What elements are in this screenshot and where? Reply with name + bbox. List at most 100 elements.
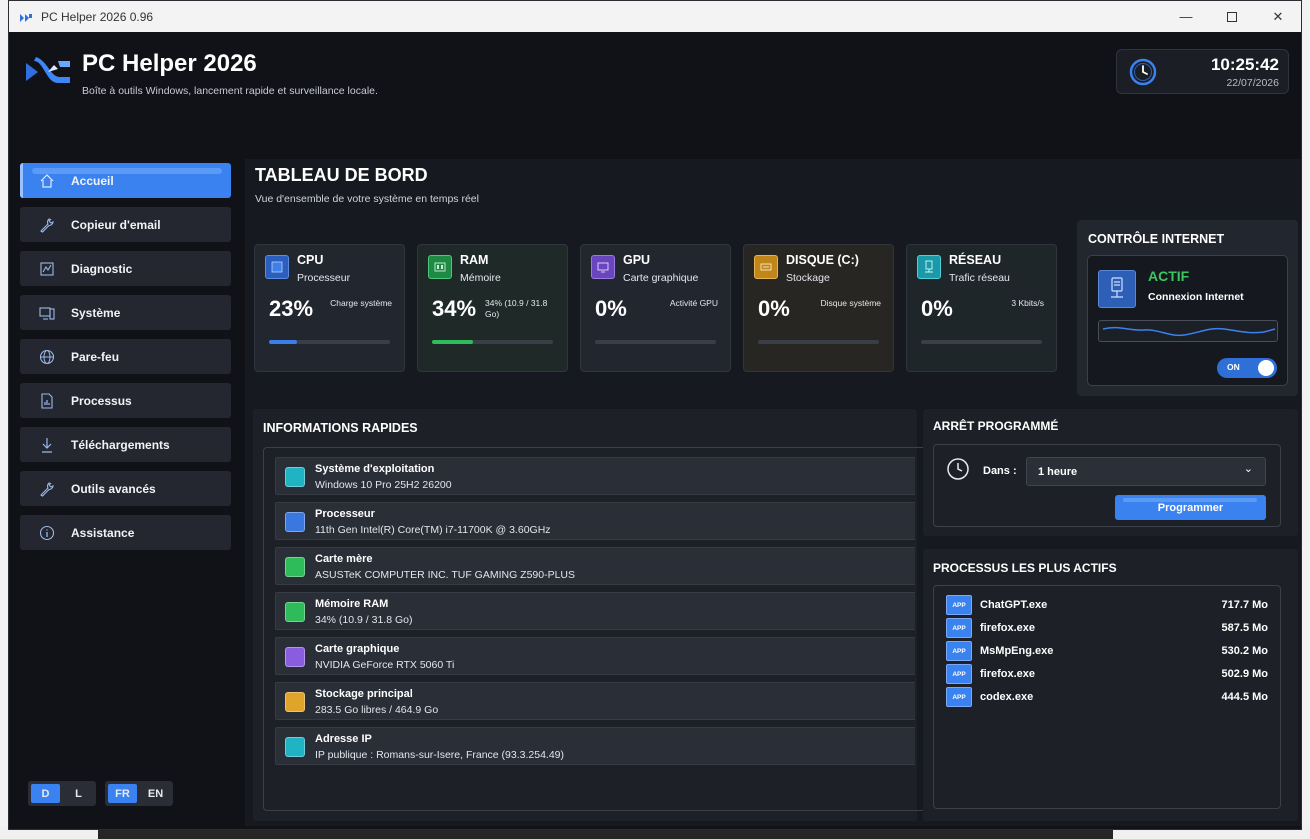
processor-icon — [285, 512, 305, 532]
stat-desc: Stockage — [786, 272, 830, 284]
desktop-background-left — [0, 0, 8, 839]
stat-progress-bar — [595, 340, 716, 344]
programmer-button[interactable]: Programmer — [1115, 495, 1266, 520]
process-memory: 717.7 Mo — [1221, 599, 1268, 611]
top-processes-title: PROCESSUS LES PLUS ACTIFS — [933, 561, 1117, 575]
process-name: firefox.exe — [980, 622, 1036, 634]
close-button[interactable]: ✕ — [1255, 1, 1301, 32]
window-controls: — ✕ — [1163, 1, 1301, 32]
process-name: MsMpEng.exe — [980, 645, 1054, 657]
lang-en-button[interactable]: EN — [141, 784, 170, 803]
process-name: ChatGPT.exe — [980, 599, 1048, 611]
minimize-button[interactable]: — — [1163, 1, 1209, 32]
clock-date: 22/07/2026 — [1226, 77, 1279, 89]
stat-name: CPU — [297, 253, 324, 267]
theme-light-button[interactable]: L — [64, 784, 93, 803]
stat-desc: Mémoire — [460, 272, 501, 284]
disk-icon — [754, 255, 778, 279]
sidebar-item-processus[interactable]: Processus — [20, 383, 231, 418]
process-memory: 444.5 Mo — [1221, 691, 1268, 703]
internet-toggle-switch[interactable]: ON — [1217, 358, 1277, 378]
process-row: APP MsMpEng.exe 530.2 Mo — [946, 641, 1268, 661]
sidebar-item-label: Assistance — [71, 525, 135, 540]
stat-value: 34% — [432, 296, 477, 321]
sidebar-item-telechargements[interactable]: Téléchargements — [20, 427, 231, 462]
gpu-icon — [591, 255, 615, 279]
quick-info-title: INFORMATIONS RAPIDES — [263, 421, 418, 435]
chevron-down-icon: ⌄ — [1243, 463, 1253, 475]
internet-activity-graph — [1098, 320, 1278, 342]
language-toggle: FR EN — [105, 781, 173, 806]
sidebar-item-assistance[interactable]: Assistance — [20, 515, 231, 550]
process-name: codex.exe — [980, 691, 1034, 703]
clock-icon — [946, 457, 970, 481]
app-badge-icon: APP — [946, 618, 972, 638]
stat-progress-bar — [921, 340, 1042, 344]
shutdown-delay-value: 1 heure — [1038, 466, 1078, 478]
scheduled-shutdown-panel: ARRÊT PROGRAMMÉ Dans : 1 heure ⌄ Program… — [923, 409, 1298, 536]
app-badge-icon: APP — [946, 664, 972, 684]
info-name: Processeur — [315, 508, 375, 520]
stat-name: GPU — [623, 253, 651, 267]
stat-name: RAM — [460, 253, 489, 267]
sidebar-item-outils-avances[interactable]: Outils avancés — [20, 471, 231, 506]
stat-value: 0% — [921, 296, 953, 321]
stat-note: Activité GPU — [669, 298, 718, 308]
internet-control-panel: CONTRÔLE INTERNET ACTIF Connexion Intern… — [1077, 220, 1298, 396]
info-name: Carte graphique — [315, 643, 400, 655]
title-bar[interactable]: PC Helper 2026 0.96 — ✕ — [9, 1, 1301, 32]
info-row-gpu: Carte graphique NVIDIA GeForce RTX 5060 … — [275, 637, 915, 675]
stat-desc: Processeur — [297, 272, 351, 284]
stat-card-reseau: RÉSEAU Trafic réseau 0% 3 Kbits/s — [906, 244, 1057, 372]
internet-status-card: ACTIF Connexion Internet ON — [1087, 255, 1288, 386]
theme-dark-button[interactable]: D — [31, 784, 60, 803]
sidebar-item-label: Système — [71, 305, 121, 320]
desktop-background-right — [1302, 0, 1310, 839]
shutdown-title: ARRÊT PROGRAMMÉ — [933, 419, 1059, 433]
process-row: APP codex.exe 444.5 Mo — [946, 687, 1268, 707]
maximize-button[interactable] — [1209, 1, 1255, 32]
app-name: PC Helper 2026 — [82, 50, 257, 77]
sidebar-item-label: Copieur d'email — [71, 217, 161, 232]
sidebar-item-diagnostic[interactable]: Diagnostic — [20, 251, 231, 286]
sidebar-item-copieur-email[interactable]: Copieur d'email — [20, 207, 231, 242]
stat-card-disque: DISQUE (C:) Stockage 0% Disque système — [743, 244, 894, 372]
sidebar-item-label: Outils avancés — [71, 481, 156, 496]
info-name: Système d'exploitation — [315, 463, 435, 475]
os-icon — [285, 467, 305, 487]
stat-value: 23% — [269, 296, 314, 321]
app-icon — [19, 11, 33, 23]
maximize-icon — [1227, 11, 1237, 22]
quick-info-panel: INFORMATIONS RAPIDES Système d'exploitat… — [253, 409, 927, 821]
stat-progress-bar — [758, 340, 879, 344]
minimize-icon: — — [1179, 9, 1193, 24]
document-chart-icon — [38, 392, 56, 410]
page-title: TABLEAU DE BORD — [255, 165, 428, 185]
stat-note: 34% (10.9 / 31.8 Go) — [485, 298, 548, 319]
graphics-card-icon — [285, 647, 305, 667]
shutdown-delay-select[interactable]: 1 heure ⌄ — [1026, 457, 1266, 486]
info-row-ram: Mémoire RAM 34% (10.9 / 31.8 Go) — [275, 592, 915, 630]
sidebar: Accueil Copieur d'email Diagnostic Systè… — [9, 151, 243, 829]
page-subtitle: Vue d'ensemble de votre système en temps… — [255, 193, 479, 205]
stat-value: 0% — [595, 296, 627, 321]
clock-widget: 10:25:42 22/07/2026 — [1116, 49, 1289, 94]
info-row-storage: Stockage principal 283.5 Go libres / 464… — [275, 682, 915, 720]
sidebar-item-pare-feu[interactable]: Pare-feu — [20, 339, 231, 374]
shutdown-card: Dans : 1 heure ⌄ Programmer — [933, 444, 1281, 527]
process-name: firefox.exe — [980, 668, 1036, 680]
sidebar-item-accueil[interactable]: Accueil — [20, 163, 231, 198]
info-icon — [38, 524, 56, 542]
storage-icon — [285, 692, 305, 712]
info-name: Carte mère — [315, 553, 373, 565]
lang-fr-button[interactable]: FR — [108, 784, 137, 803]
theme-toggle: D L — [28, 781, 96, 806]
logo-icon — [24, 57, 72, 87]
info-value: 283.5 Go libres / 464.9 Go — [315, 704, 439, 716]
sidebar-item-label: Téléchargements — [71, 437, 170, 452]
process-memory: 530.2 Mo — [1221, 645, 1268, 657]
cpu-icon — [265, 255, 289, 279]
process-row: APP firefox.exe 587.5 Mo — [946, 618, 1268, 638]
sidebar-item-systeme[interactable]: Système — [20, 295, 231, 330]
stat-card-ram: RAM Mémoire 34% 34% (10.9 / 31.8 Go) — [417, 244, 568, 372]
